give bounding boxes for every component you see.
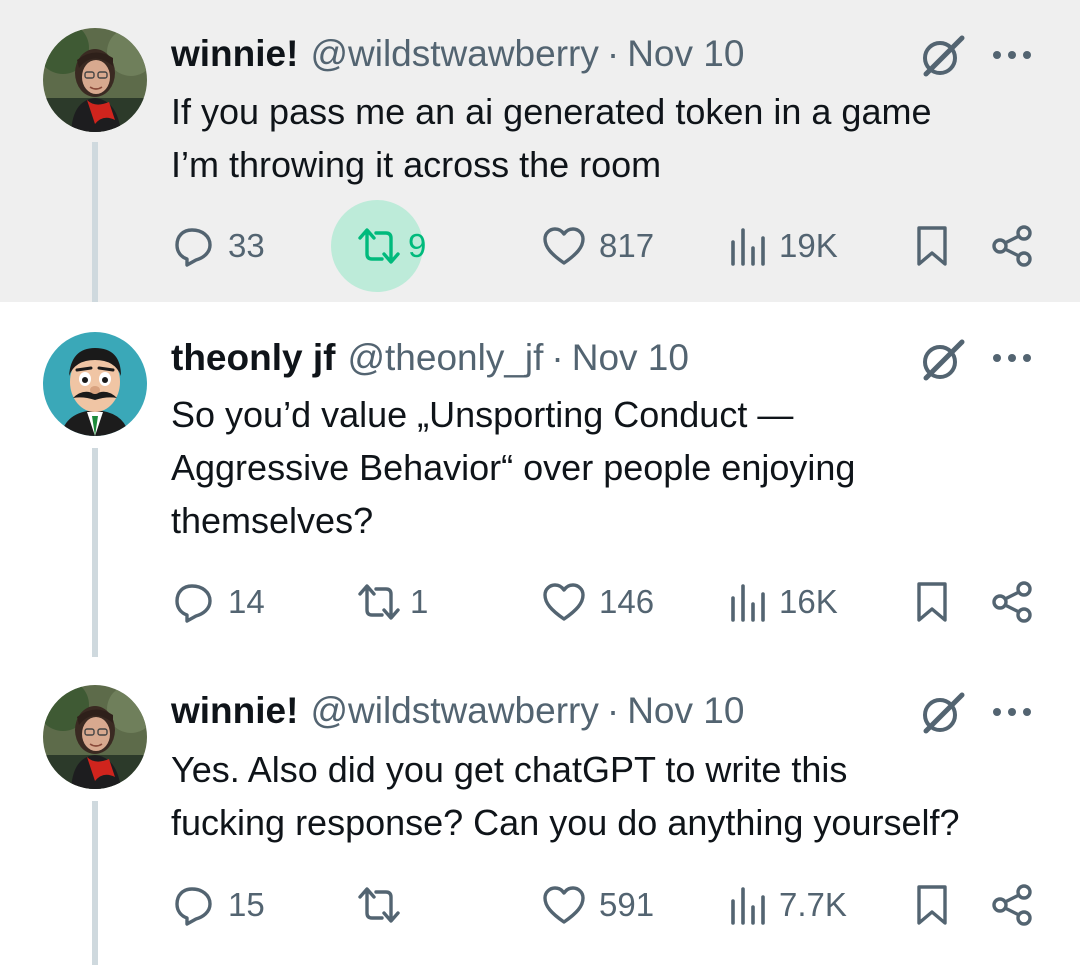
reply-button[interactable]: 15 (172, 875, 265, 935)
like-icon (543, 583, 585, 621)
like-button[interactable]: 146 (541, 572, 654, 632)
reply-button[interactable]: 14 (172, 572, 265, 632)
repost-button[interactable]: 9 (356, 216, 426, 276)
share-icon (992, 884, 1032, 926)
views-button[interactable]: 7.7K (729, 875, 847, 935)
avatar-winnie[interactable] (43, 685, 147, 789)
tweet-text: If you pass me an ai generated token in … (171, 85, 1051, 191)
separator: · (606, 690, 620, 731)
view-count: 16K (779, 583, 838, 620)
repost-count: 1 (410, 583, 429, 620)
bookmark-button[interactable] (915, 216, 949, 276)
tweet-text-line: So you’d value „Unsporting Conduct — (171, 394, 794, 435)
avatar-theonly-jf[interactable] (43, 332, 147, 436)
avatar-winnie[interactable] (43, 28, 147, 132)
timestamp[interactable]: Nov 10 (627, 690, 744, 732)
action-bar: 15 591 7.7K (0, 875, 1080, 935)
view-count: 7.7K (779, 886, 847, 923)
bookmark-button[interactable] (915, 875, 949, 935)
like-button[interactable]: 591 (541, 875, 654, 935)
reply-icon (175, 228, 212, 267)
action-bar: 14 1 146 16K (0, 572, 1080, 632)
separator: · (606, 33, 620, 74)
like-icon (543, 886, 585, 924)
views-button[interactable]: 16K (729, 572, 838, 632)
share-button[interactable] (990, 875, 1034, 935)
views-icon (731, 228, 765, 266)
tweet-header: winnie! @wildstwawberry · Nov 10 (171, 690, 744, 732)
reply-button[interactable]: 33 (172, 216, 265, 276)
share-icon (992, 225, 1032, 267)
tweet-header: winnie! @wildstwawberry · Nov 10 (171, 33, 744, 75)
like-button[interactable]: 817 (541, 216, 654, 276)
share-button[interactable] (990, 572, 1034, 632)
action-bar: 33 9 817 19K (0, 216, 1080, 276)
user-handle[interactable]: @theonly_jf (347, 337, 543, 379)
tweet-text: So you’d value „Unsporting Conduct — Agg… (171, 388, 1051, 547)
more-icon[interactable] (990, 348, 1034, 368)
display-name[interactable]: theonly jf (171, 337, 335, 379)
reply-icon (175, 887, 212, 926)
like-icon (543, 227, 585, 265)
share-button[interactable] (990, 216, 1034, 276)
reply-icon (175, 584, 212, 623)
display-name[interactable]: winnie! (171, 33, 298, 75)
timestamp[interactable]: Nov 10 (627, 33, 744, 75)
reply-count: 15 (228, 886, 265, 923)
bookmark-icon (917, 582, 947, 622)
repost-button[interactable]: 1 (356, 572, 428, 632)
bookmark-icon (917, 226, 947, 266)
repost-icon (358, 228, 400, 264)
separator: · (551, 337, 564, 378)
display-name[interactable]: winnie! (171, 690, 298, 732)
reply-count: 14 (228, 583, 265, 620)
bookmark-button[interactable] (915, 572, 949, 632)
tweet-header: theonly jf @theonly_jf · Nov 10 (171, 337, 689, 379)
repost-button[interactable] (356, 875, 414, 935)
more-icon[interactable] (990, 45, 1034, 65)
share-icon (992, 581, 1032, 623)
tweet-2[interactable]: theonly jf @theonly_jf · Nov 10 So you’d… (0, 302, 1080, 657)
grok-icon[interactable] (918, 334, 968, 384)
tweet-3[interactable]: winnie! @wildstwawberry · Nov 10 Yes. Al… (0, 657, 1080, 965)
tweet-text-line: fucking response? Can you do anything yo… (171, 802, 960, 843)
like-count: 146 (599, 583, 655, 620)
tweet-text-line: Aggressive Behavior“ over people enjoyin… (171, 447, 856, 488)
tweet-1[interactable]: winnie! @wildstwawberry · Nov 10 If you … (0, 0, 1080, 302)
user-handle[interactable]: @wildstwawberry (310, 690, 598, 732)
tweet-text: Yes. Also did you get chatGPT to write t… (171, 743, 1051, 849)
repost-icon (358, 887, 400, 923)
tweet-text-line: If you pass me an ai generated token in … (171, 91, 932, 132)
timestamp[interactable]: Nov 10 (572, 337, 689, 379)
tweet-text-line: themselves? (171, 500, 374, 541)
repost-icon (358, 584, 400, 620)
view-count: 19K (779, 227, 838, 264)
views-icon (731, 584, 765, 622)
reply-count: 33 (228, 227, 265, 264)
more-icon[interactable] (990, 702, 1034, 722)
like-count: 591 (599, 886, 655, 923)
tweet-text-line: Yes. Also did you get chatGPT to write t… (171, 749, 848, 790)
views-icon (731, 887, 765, 925)
grok-icon[interactable] (918, 30, 968, 80)
tweet-text-line: I’m throwing it across the room (171, 144, 662, 185)
views-button[interactable]: 19K (729, 216, 838, 276)
repost-count: 9 (408, 227, 427, 264)
like-count: 817 (599, 227, 655, 264)
user-handle[interactable]: @wildstwawberry (310, 33, 598, 75)
grok-icon[interactable] (918, 687, 968, 737)
bookmark-icon (917, 885, 947, 925)
